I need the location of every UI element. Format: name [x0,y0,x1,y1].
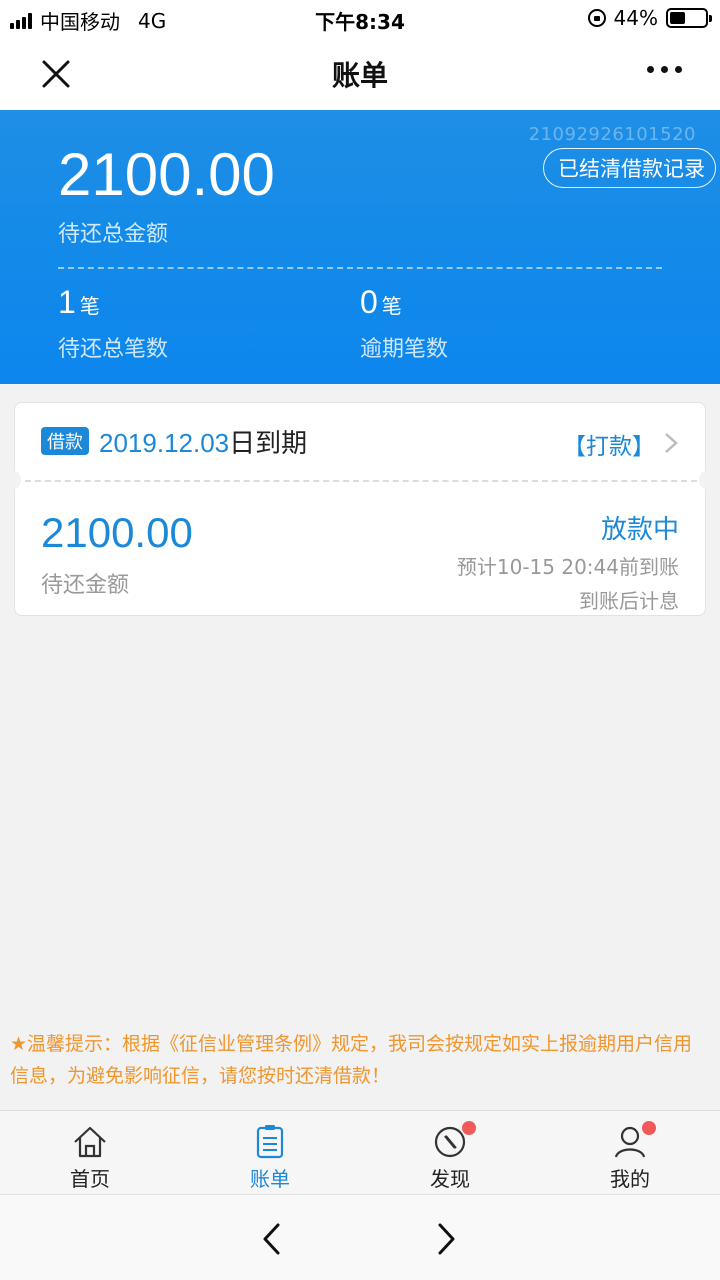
bill-icon [256,1125,284,1159]
due-suffix: 日到期 [229,429,308,459]
status-bar: 中国移动 4G 下午8:34 44% [0,0,720,36]
battery-percent: 44% [613,6,658,30]
more-icon[interactable] [647,66,682,73]
discover-badge [462,1121,476,1135]
loan-tag: 借款 [41,427,89,455]
tab-bar: 首页 账单 发现 我的 [0,1110,720,1194]
bill-interest-note: 到账后计息 [579,589,679,613]
rotation-lock-icon [587,9,606,27]
back-arrow-icon[interactable] [258,1221,288,1257]
card-divider [25,480,697,482]
card-notch-right [699,471,713,489]
card-notch-left [7,471,21,489]
bill-card[interactable]: 借款 2019.12.03日到期 【打款】 2100.00 待还金额 放款中 预… [7,402,713,616]
tab-bill[interactable]: 账单 [180,1111,360,1194]
tab-mine-label: 我的 [610,1167,650,1191]
status-right: 44% [587,6,712,30]
overdue-count-stat: 0笔 逾期笔数 [360,284,448,363]
forward-arrow-icon[interactable] [430,1221,460,1257]
pending-count-unit: 笔 [79,294,100,318]
order-id: 21092926101520 [528,124,696,145]
tab-mine[interactable]: 我的 [540,1111,720,1194]
bill-status: 放款中 [600,515,679,545]
bill-eta: 预计10-15 20:44前到账 [456,555,679,579]
pending-count-stat: 1笔 待还总笔数 [58,284,168,363]
tab-bill-label: 账单 [250,1167,290,1191]
home-icon [74,1126,106,1158]
bill-amount-label: 待还金额 [41,573,130,598]
nav-bar: 账单 [0,36,720,110]
bill-amount: 2100.00 [41,509,193,556]
total-amount: 2100.00 [58,141,275,208]
bill-summary: 21092926101520 已结清借款记录 2100.00 待还总金额 1笔 … [0,110,720,384]
settled-records-button[interactable]: 已结清借款记录 [543,148,716,188]
tab-discover[interactable]: 发现 [360,1111,540,1194]
battery-fill [670,12,685,24]
due-date: 2019.12.03 [99,428,230,458]
browser-toolbar [0,1194,720,1280]
battery-icon [666,8,712,28]
mine-badge [642,1121,656,1135]
due-date-line: 2019.12.03日到期 [99,423,307,460]
pending-count: 1 [58,284,76,320]
summary-divider [58,267,662,269]
tab-discover-label: 发现 [430,1167,470,1191]
credit-notice: ★温馨提示：根据《征信业管理条例》规定，我司会按规定如实上报逾期用户信用信息，为… [10,1033,693,1087]
total-amount-label: 待还总金额 [58,222,169,247]
pending-count-label: 待还总笔数 [58,337,169,362]
overdue-count: 0 [360,284,378,320]
page-title: 账单 [331,59,388,92]
overdue-count-unit: 笔 [381,294,402,318]
overdue-count-label: 逾期笔数 [360,337,449,362]
chevron-right-icon[interactable] [659,431,683,455]
tab-home-label: 首页 [70,1167,110,1191]
tab-home[interactable]: 首页 [0,1111,180,1194]
pay-link[interactable]: 【打款】 [563,427,655,461]
